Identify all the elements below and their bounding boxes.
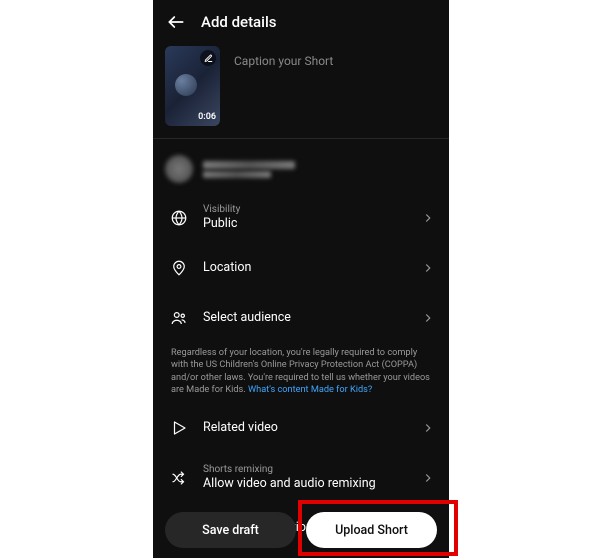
caption-input[interactable]: Caption your Short bbox=[234, 46, 333, 126]
play-outline-icon bbox=[170, 419, 188, 437]
save-draft-button[interactable]: Save draft bbox=[165, 512, 296, 548]
people-icon bbox=[170, 309, 188, 327]
chevron-right-icon bbox=[421, 261, 435, 275]
chevron-right-icon bbox=[421, 211, 435, 225]
channel-handle-blurred bbox=[203, 171, 271, 178]
channel-name-blurred bbox=[203, 161, 295, 169]
location-label: Location bbox=[203, 260, 421, 276]
page-title: Add details bbox=[201, 13, 277, 31]
footer: Save draft Upload Short bbox=[153, 512, 449, 548]
legal-link[interactable]: What's content Made for Kids? bbox=[248, 384, 372, 395]
chevron-right-icon bbox=[421, 421, 435, 435]
related-video-row[interactable]: Related video bbox=[157, 403, 445, 453]
chevron-right-icon bbox=[421, 471, 435, 485]
hero: 0:06 Caption your Short bbox=[153, 44, 449, 138]
remix-label: Shorts remixing bbox=[203, 464, 421, 476]
chevron-right-icon bbox=[421, 311, 435, 325]
remix-value: Allow video and audio remixing bbox=[203, 476, 421, 492]
pencil-icon bbox=[204, 54, 213, 63]
channel-row[interactable] bbox=[153, 149, 449, 193]
channel-text bbox=[203, 161, 295, 178]
globe-icon bbox=[170, 209, 188, 227]
visibility-label: Visibility bbox=[203, 204, 421, 216]
visibility-row[interactable]: Visibility Public bbox=[157, 193, 445, 243]
header: Add details bbox=[153, 0, 449, 44]
back-button[interactable] bbox=[165, 11, 187, 33]
location-row[interactable]: Location bbox=[157, 243, 445, 293]
legal-notice: Regardless of your location, you're lega… bbox=[157, 343, 445, 403]
upload-button[interactable]: Upload Short bbox=[306, 512, 437, 548]
edit-thumbnail-button[interactable] bbox=[200, 50, 216, 66]
audience-label: Select audience bbox=[203, 310, 421, 326]
remix-icon bbox=[170, 469, 188, 487]
comments-row[interactable]: Comments On bbox=[157, 553, 445, 558]
add-details-screen: Add details 0:06 Caption your Short bbox=[153, 0, 449, 558]
divider bbox=[153, 138, 449, 139]
related-video-label: Related video bbox=[203, 420, 421, 436]
visibility-value: Public bbox=[203, 216, 421, 232]
video-duration: 0:06 bbox=[198, 112, 216, 122]
avatar bbox=[165, 155, 193, 183]
remix-row[interactable]: Shorts remixing Allow video and audio re… bbox=[157, 453, 445, 503]
video-thumbnail[interactable]: 0:06 bbox=[165, 46, 220, 126]
arrow-left-icon bbox=[166, 12, 186, 32]
audience-row[interactable]: Select audience bbox=[157, 293, 445, 343]
location-pin-icon bbox=[170, 259, 188, 277]
